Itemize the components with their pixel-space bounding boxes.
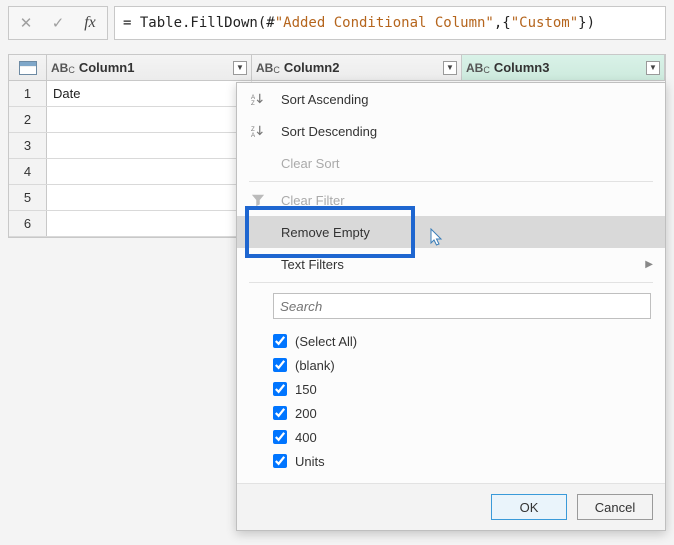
formula-text: })	[578, 15, 595, 31]
filter-value-blank[interactable]: (blank)	[273, 353, 651, 377]
checkbox[interactable]	[273, 430, 287, 444]
menu-label: Remove Empty	[281, 225, 653, 240]
fx-icon[interactable]: fx	[79, 14, 101, 32]
row-header[interactable]: 5	[9, 185, 47, 210]
sort-desc-icon: ZA	[249, 124, 267, 138]
cell[interactable]	[47, 159, 252, 184]
menu-label: Clear Sort	[281, 156, 653, 171]
cancel-formula-icon[interactable]: ✕	[15, 14, 37, 32]
filter-icon	[249, 193, 267, 207]
formula-bar: ✕ ✓ fx = Table.FillDown(#"Added Conditio…	[0, 0, 674, 40]
chevron-down-icon[interactable]: ▼	[443, 61, 457, 75]
formula-string: "Custom"	[511, 15, 578, 31]
type-any-icon: ABC	[466, 61, 490, 75]
filter-value-select-all[interactable]: (Select All)	[273, 329, 651, 353]
menu-label: Sort Descending	[281, 124, 653, 139]
checkbox[interactable]	[273, 382, 287, 396]
check-label: 150	[295, 382, 317, 397]
row-header[interactable]: 1	[9, 81, 47, 106]
checkbox[interactable]	[273, 454, 287, 468]
filter-buttons: OK Cancel	[237, 483, 665, 530]
column-header-column3[interactable]: ABC Column3 ▼	[462, 55, 665, 80]
formula-text: = Table.FillDown(#	[123, 15, 275, 31]
check-label: (Select All)	[295, 334, 357, 349]
ok-button[interactable]: OK	[491, 494, 567, 520]
accept-formula-icon[interactable]: ✓	[47, 14, 69, 32]
check-label: (blank)	[295, 358, 335, 373]
cell[interactable]: Date	[47, 81, 252, 106]
filter-value-150[interactable]: 150	[273, 377, 651, 401]
menu-separator	[249, 181, 653, 182]
formula-input[interactable]: = Table.FillDown(#"Added Conditional Col…	[114, 6, 666, 40]
column-header-column1[interactable]: ABC Column1 ▼	[47, 55, 252, 80]
filter-search-wrap	[237, 285, 665, 323]
type-any-icon: ABC	[256, 61, 280, 75]
row-header[interactable]: 2	[9, 107, 47, 132]
column-name: Column3	[494, 60, 642, 75]
cancel-button[interactable]: Cancel	[577, 494, 653, 520]
checkbox[interactable]	[273, 358, 287, 372]
cell[interactable]	[47, 133, 252, 158]
chevron-down-icon[interactable]: ▼	[233, 61, 247, 75]
filter-value-200[interactable]: 200	[273, 401, 651, 425]
check-label: Units	[295, 454, 325, 469]
chevron-right-icon: ▶	[645, 259, 653, 270]
menu-label: Text Filters	[281, 257, 631, 272]
row-header[interactable]: 4	[9, 159, 47, 184]
cell[interactable]	[47, 107, 252, 132]
checkbox[interactable]	[273, 334, 287, 348]
clear-filter-item: Clear Filter	[237, 184, 665, 216]
sort-asc-icon: AZ	[249, 92, 267, 106]
text-filters-item[interactable]: Text Filters ▶	[237, 248, 665, 280]
chevron-down-icon[interactable]: ▼	[646, 61, 660, 75]
formula-controls: ✕ ✓ fx	[8, 6, 108, 40]
menu-separator	[249, 282, 653, 283]
checkbox[interactable]	[273, 406, 287, 420]
sort-descending-item[interactable]: ZA Sort Descending	[237, 115, 665, 147]
select-all-corner[interactable]	[9, 55, 47, 80]
table-icon	[19, 61, 37, 75]
remove-empty-item[interactable]: Remove Empty	[237, 216, 665, 248]
svg-text:A: A	[251, 132, 256, 138]
check-label: 200	[295, 406, 317, 421]
filter-value-400[interactable]: 400	[273, 425, 651, 449]
row-header[interactable]: 3	[9, 133, 47, 158]
clear-sort-item: Clear Sort	[237, 147, 665, 179]
grid-header: ABC Column1 ▼ ABC Column2 ▼ ABC Column3 …	[9, 55, 665, 81]
button-label: Cancel	[595, 500, 635, 515]
filter-search-input[interactable]	[273, 293, 651, 319]
filter-values-list: (Select All) (blank) 150 200 400 Units	[237, 323, 665, 483]
type-any-icon: ABC	[51, 61, 75, 75]
column-header-column2[interactable]: ABC Column2 ▼	[252, 55, 462, 80]
column-filter-menu: AZ Sort Ascending ZA Sort Descending Cle…	[236, 82, 666, 531]
cell[interactable]	[47, 185, 252, 210]
check-label: 400	[295, 430, 317, 445]
formula-text: ,{	[494, 15, 511, 31]
menu-label: Clear Filter	[281, 193, 653, 208]
column-name: Column1	[79, 60, 229, 75]
formula-string: "Added Conditional Column"	[275, 15, 494, 31]
column-name: Column2	[284, 60, 439, 75]
row-header[interactable]: 6	[9, 211, 47, 236]
svg-text:Z: Z	[251, 100, 255, 106]
cell[interactable]	[47, 211, 252, 236]
filter-value-units[interactable]: Units	[273, 449, 651, 473]
menu-label: Sort Ascending	[281, 92, 653, 107]
button-label: OK	[520, 500, 539, 515]
sort-ascending-item[interactable]: AZ Sort Ascending	[237, 83, 665, 115]
